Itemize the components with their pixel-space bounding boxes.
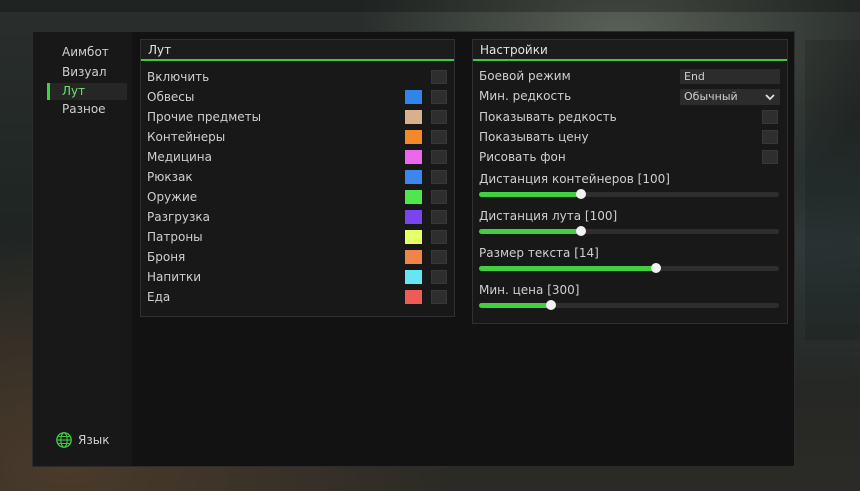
globe-icon: [56, 432, 72, 448]
loot-row-checkbox[interactable]: [431, 150, 447, 164]
sidebar-item-aimbot[interactable]: Аимбот: [47, 44, 127, 61]
sidebar: Аимбот Визуал Лут Разное Язык: [33, 32, 132, 466]
loot-row-label: Броня: [147, 250, 186, 264]
container-distance-label: Дистанция контейнеров [100]: [479, 172, 670, 186]
text-size-slider[interactable]: [479, 263, 779, 273]
show-rarity-label: Показывать редкость: [479, 110, 617, 124]
draw-background-label: Рисовать фон: [479, 150, 566, 164]
show-rarity-checkbox[interactable]: [762, 110, 778, 124]
loot-row-label: Прочие предметы: [147, 110, 262, 124]
loot-row-checkbox[interactable]: [431, 210, 447, 224]
slider-fill: [479, 229, 581, 234]
cheat-menu-window: Аимбот Визуал Лут Разное Язык Лут Включи…: [32, 31, 795, 467]
color-swatch[interactable]: [405, 150, 422, 164]
settings-panel: Настройки Боевой режим End Мин. редкость…: [472, 39, 788, 324]
color-swatch[interactable]: [405, 110, 422, 124]
loot-row-label: Разгрузка: [147, 210, 210, 224]
loot-distance-label: Дистанция лута [100]: [479, 209, 618, 223]
color-swatch[interactable]: [405, 190, 422, 204]
loot-row-label: Медицина: [147, 150, 212, 164]
slider-handle[interactable]: [576, 189, 586, 199]
slider-handle[interactable]: [576, 226, 586, 236]
loot-row-checkbox[interactable]: [431, 130, 447, 144]
slider-handle[interactable]: [546, 300, 556, 310]
language-button[interactable]: Язык: [55, 431, 109, 449]
slider-handle[interactable]: [651, 263, 661, 273]
loot-enable-checkbox[interactable]: [431, 70, 447, 84]
combat-mode-label: Боевой режим: [479, 69, 571, 83]
sidebar-item-visual[interactable]: Визуал: [47, 64, 127, 81]
show-price-checkbox[interactable]: [762, 130, 778, 144]
text-size-label: Размер текста [14]: [479, 246, 599, 260]
loot-row-label: Обвесы: [147, 90, 195, 104]
slider-fill: [479, 266, 656, 271]
slider-fill: [479, 192, 581, 197]
min-price-slider[interactable]: [479, 300, 779, 310]
container-distance-slider[interactable]: [479, 189, 779, 199]
color-swatch[interactable]: [405, 290, 422, 304]
loot-row-label: Рюкзак: [147, 170, 193, 184]
loot-row-checkbox[interactable]: [431, 290, 447, 304]
sidebar-item-loot[interactable]: Лут: [47, 83, 127, 100]
loot-row-checkbox[interactable]: [431, 90, 447, 104]
color-swatch[interactable]: [405, 210, 422, 224]
color-swatch[interactable]: [405, 230, 422, 244]
settings-panel-title: Настройки: [473, 40, 787, 61]
loot-row-label: Оружие: [147, 190, 198, 204]
chevron-down-icon: [765, 94, 775, 101]
min-rarity-label: Мин. редкость: [479, 89, 572, 103]
color-swatch[interactable]: [405, 130, 422, 144]
color-swatch[interactable]: [405, 250, 422, 264]
loot-row-checkbox[interactable]: [431, 250, 447, 264]
loot-row-label: Патроны: [147, 230, 203, 244]
loot-row-label: Еда: [147, 290, 171, 304]
loot-row-checkbox[interactable]: [431, 170, 447, 184]
loot-distance-slider[interactable]: [479, 226, 779, 236]
min-rarity-select[interactable]: Обычный: [680, 89, 780, 105]
color-swatch[interactable]: [405, 90, 422, 104]
slider-fill: [479, 303, 551, 308]
loot-panel: Лут Включить Обвесы Прочие предметы Конт…: [140, 39, 455, 317]
loot-panel-title: Лут: [141, 40, 454, 61]
loot-row-checkbox[interactable]: [431, 110, 447, 124]
draw-background-checkbox[interactable]: [762, 150, 778, 164]
loot-row-checkbox[interactable]: [431, 190, 447, 204]
loot-row-checkbox[interactable]: [431, 230, 447, 244]
min-price-label: Мин. цена [300]: [479, 283, 580, 297]
color-swatch[interactable]: [405, 170, 422, 184]
language-label: Язык: [78, 433, 110, 447]
loot-row-checkbox[interactable]: [431, 270, 447, 284]
combat-mode-keybind[interactable]: End: [680, 69, 780, 84]
min-rarity-value: Обычный: [684, 90, 738, 103]
sidebar-item-misc[interactable]: Разное: [47, 101, 127, 118]
loot-row-label: Контейнеры: [147, 130, 226, 144]
color-swatch[interactable]: [405, 270, 422, 284]
loot-row-label: Напитки: [147, 270, 202, 284]
loot-enable-label: Включить: [147, 70, 210, 84]
show-price-label: Показывать цену: [479, 130, 589, 144]
